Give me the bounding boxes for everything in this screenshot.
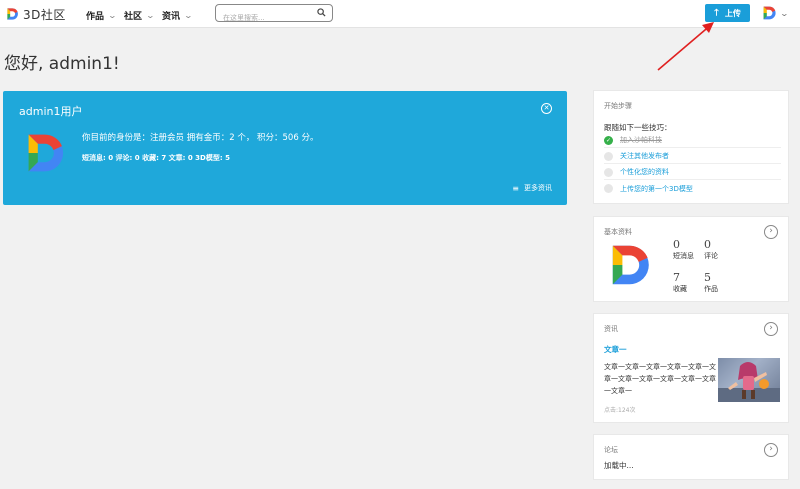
avatar-d-icon: [28, 134, 64, 172]
chevron-right-icon[interactable]: ›: [764, 322, 778, 336]
news-card: 资讯 › 文章一 文章一文章一文章一文章一文章一文章一文章一文章一文章一文章一文…: [593, 313, 789, 423]
radio-icon: [604, 151, 613, 161]
step-item[interactable]: 上传您的第一个3D模型: [604, 181, 781, 196]
user-stats-line: 短消息: 0 评论: 0 收藏: 7 文章: 0 3D模型: 5: [82, 154, 230, 162]
stat-value: 0: [673, 238, 680, 251]
nav-item-label: 社区: [124, 12, 143, 22]
user-avatar-large: [24, 130, 70, 180]
step-label: 加入沙帕科技: [620, 136, 662, 144]
brand-logo[interactable]: 3D社区: [6, 6, 66, 22]
stat-value: 5: [704, 271, 711, 284]
article-title-link[interactable]: 文章一: [604, 344, 627, 355]
close-icon[interactable]: ✕: [541, 103, 552, 114]
step-item[interactable]: ✓ 加入沙帕科技: [604, 133, 781, 148]
annotation-arrow-icon: [657, 22, 714, 71]
chevron-down-icon[interactable]: ⌄: [780, 9, 789, 18]
chevron-down-icon: ⌄: [145, 11, 156, 20]
avatar-d-icon: [763, 6, 776, 20]
card-header: 基本资料: [604, 228, 632, 236]
stat-favorites[interactable]: 7 收藏: [673, 271, 687, 294]
stat-value: 7: [673, 271, 680, 284]
stat-comments[interactable]: 0 评论: [704, 238, 718, 261]
nav-item-label: 作品: [86, 12, 105, 22]
step-item[interactable]: 个性化您的资料: [604, 165, 781, 180]
step-label: 上传您的第一个3D模型: [620, 184, 693, 193]
nav-item-works[interactable]: 作品 ⌄: [86, 9, 118, 22]
chevron-right-icon[interactable]: ›: [764, 443, 778, 457]
stat-label: 短消息: [673, 252, 694, 260]
article-thumbnail[interactable]: [718, 358, 780, 402]
card-header: 论坛: [604, 446, 618, 454]
nav-item-community[interactable]: 社区 ⌄: [124, 9, 156, 22]
hero-title: admin1用户: [19, 105, 83, 118]
list-icon: ≡: [512, 183, 519, 193]
more-news-link[interactable]: ≡ 更多资讯: [512, 183, 552, 193]
nav-item-news[interactable]: 资讯 ⌄: [162, 9, 194, 22]
stat-label: 评论: [704, 252, 718, 260]
radio-icon: [604, 184, 613, 193]
check-icon: ✓: [604, 135, 613, 145]
stat-messages[interactable]: 0 短消息: [673, 238, 694, 261]
article-click-count: 点击:124次: [604, 407, 636, 414]
more-news-label: 更多资讯: [524, 184, 552, 192]
page-title: 您好, admin1!: [4, 54, 120, 74]
brand-d-icon: [7, 8, 18, 20]
nav-item-label: 资讯: [162, 12, 181, 22]
upload-button-label: 上传: [724, 8, 741, 18]
step-label: 个性化您的资料: [620, 168, 669, 176]
stat-label: 作品: [704, 285, 718, 293]
user-summary-card: admin1用户 ✕ 你目前的身份是：注册会员 拥有金币：2 个， 积分：506…: [3, 91, 567, 205]
chevron-down-icon: ⌄: [107, 11, 118, 20]
identity-text: 你目前的身份是：注册会员 拥有金币：2 个， 积分：506 分。: [82, 133, 319, 143]
forum-card: 论坛 › 加载中...: [593, 434, 789, 480]
loading-text: 加载中...: [604, 461, 634, 470]
article-excerpt: 文章一文章一文章一文章一文章一文章一文章一文章一文章一文章一文章一文章一: [604, 363, 716, 395]
chevron-down-icon: ⌄: [183, 11, 194, 20]
card-header: 开始步骤: [604, 102, 632, 110]
stat-label: 收藏: [673, 285, 687, 293]
profile-card: 基本资料 › 0 短消息 0 评论 7 收藏 5 作品: [593, 216, 789, 302]
steps-intro: 跟随如下一些技巧：: [604, 123, 672, 132]
card-header: 资讯: [604, 325, 618, 333]
getting-started-card: 开始步骤 跟随如下一些技巧： ✓ 加入沙帕科技 关注其他发布者 个性化您的资料 …: [593, 90, 789, 204]
step-item[interactable]: 关注其他发布者: [604, 149, 781, 164]
profile-avatar: [608, 241, 656, 293]
stat-works[interactable]: 5 作品: [704, 271, 718, 294]
brand-name: 3D社区: [23, 7, 66, 22]
step-label: 关注其他发布者: [620, 152, 669, 160]
avatar-d-icon: [612, 245, 649, 285]
chevron-right-icon[interactable]: ›: [764, 225, 778, 239]
search-box: [215, 4, 333, 26]
search-input[interactable]: [216, 10, 312, 26]
user-avatar[interactable]: [762, 5, 778, 25]
radio-icon: [604, 167, 613, 177]
stat-value: 0: [704, 238, 711, 251]
character-figure-icon: [718, 362, 780, 402]
search-icon[interactable]: [317, 8, 326, 17]
